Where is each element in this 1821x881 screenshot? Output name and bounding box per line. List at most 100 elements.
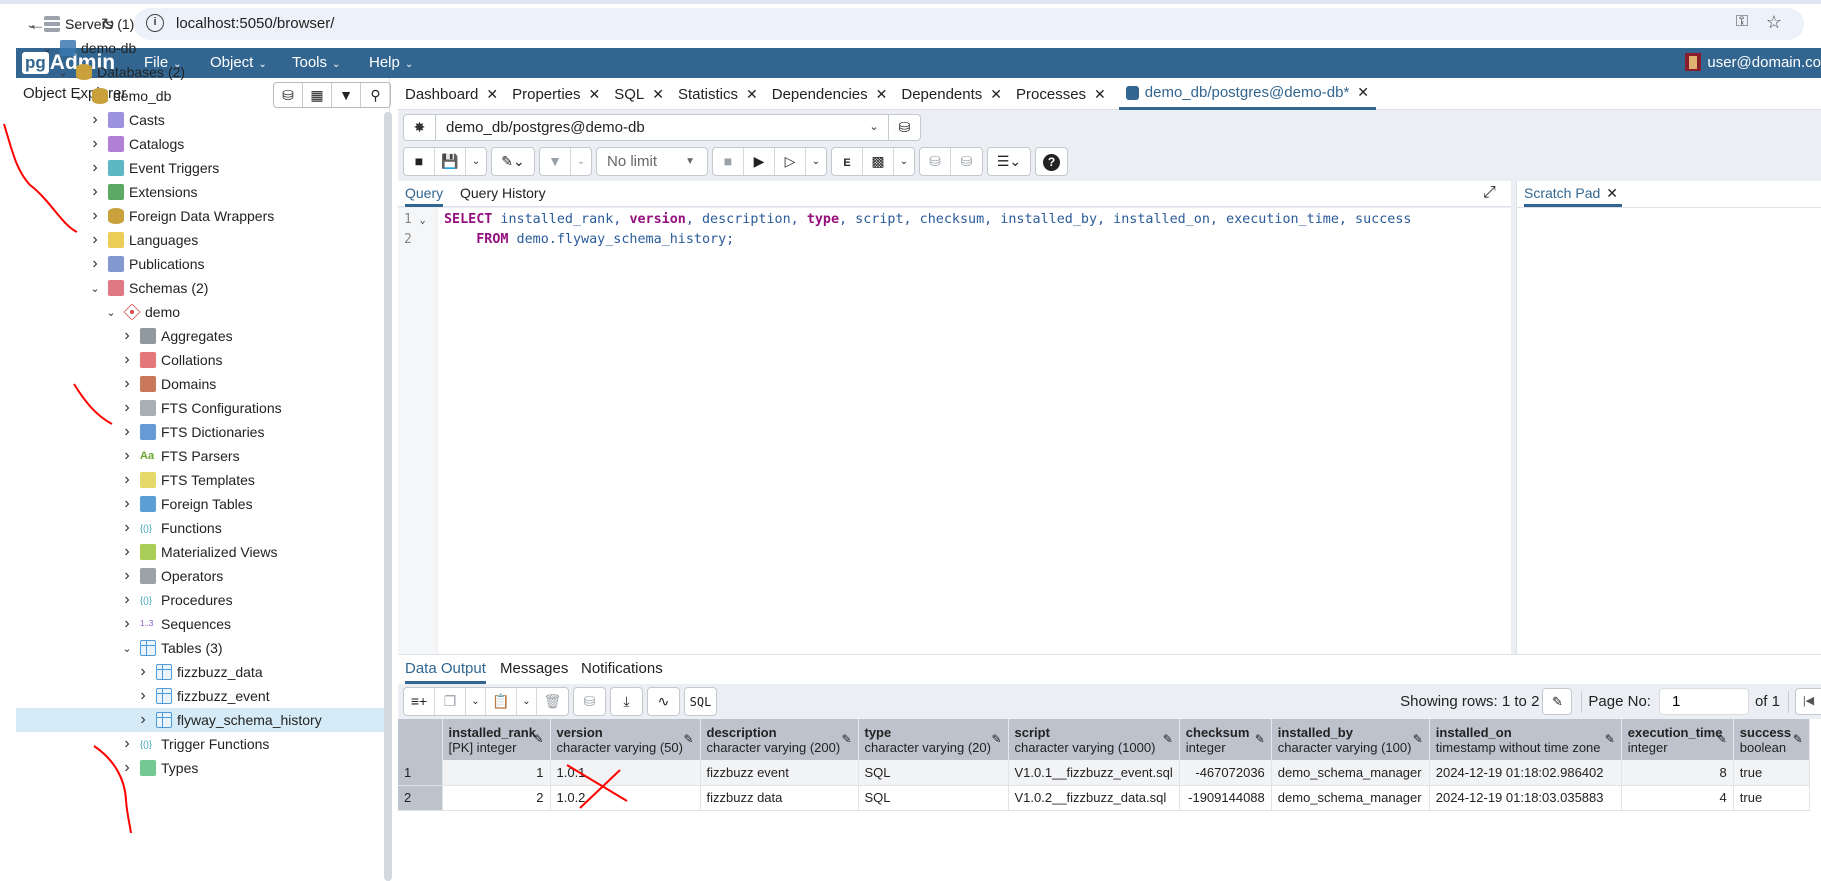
code-line-2[interactable]: FROM demo.flyway_schema_history; (444, 232, 734, 247)
column-header[interactable]: installed_on timestamp without time zone ✎ (1429, 719, 1622, 760)
table-cell[interactable]: SQL (858, 785, 1009, 811)
tree-item[interactable]: › {()} Trigger Functions (16, 732, 384, 756)
tree-item[interactable]: › FTS Dictionaries (16, 420, 384, 444)
table-cell[interactable]: true (1733, 760, 1810, 786)
chevron-right-icon[interactable]: › (88, 111, 102, 129)
chevron-right-icon[interactable]: › (88, 255, 102, 273)
add-row-button[interactable]: ≡+ (404, 688, 435, 715)
chevron-right-icon[interactable]: › (120, 327, 134, 345)
tree-item[interactable]: › Foreign Data Wrappers (16, 204, 384, 228)
address-bar[interactable]: i localhost:5050/browser/ ⚿ ☆ (134, 8, 1804, 40)
close-icon[interactable]: ✕ (1606, 185, 1618, 201)
expand-icon[interactable]: ⤢ (1483, 184, 1496, 202)
password-key-icon[interactable]: ⚿ (1736, 13, 1748, 31)
table-cell[interactable]: 8 (1621, 760, 1734, 786)
chevron-down-icon[interactable]: ⌄ (24, 18, 38, 31)
pencil-icon[interactable]: ✎ (1413, 732, 1423, 746)
tree-item[interactable]: ⌄ Databases (2) (16, 60, 384, 84)
chevron-down-icon[interactable]: ⌄ (120, 642, 134, 655)
tab-messages[interactable]: Messages (500, 655, 568, 684)
chevron-right-icon[interactable]: › (136, 711, 150, 729)
table-cell[interactable]: true (1733, 785, 1810, 811)
tab-query-history[interactable]: Query History (460, 181, 546, 207)
chevron-right-icon[interactable]: › (120, 567, 134, 585)
execute-script-button[interactable]: ▷ (775, 148, 806, 175)
tab-dependencies[interactable]: Dependencies ✕ (765, 78, 895, 110)
tree-item[interactable]: ⌄ demo_db (16, 84, 384, 108)
close-icon[interactable]: ✕ (746, 86, 758, 103)
tab-query[interactable]: Query (405, 181, 444, 207)
close-icon[interactable]: ✕ (486, 86, 498, 103)
row-limit-select[interactable]: No limit ▼ (597, 148, 707, 175)
table-cell[interactable]: 2024-12-19 01:18:02.986402 (1429, 760, 1622, 786)
macros-button[interactable]: ☰⌄ (988, 148, 1030, 175)
copy-button[interactable]: ❐ (435, 688, 466, 715)
chevron-right-icon[interactable]: › (120, 399, 134, 417)
connection-selector[interactable]: ✸ demo_db/postgres@demo-db ⌄ ⛁ (403, 114, 921, 141)
paste-options-button[interactable]: ⌄ (517, 688, 537, 715)
edit-button[interactable]: ✎⌄ (492, 148, 534, 175)
row-number[interactable]: 1 (398, 760, 443, 786)
chevron-right-icon[interactable]: › (120, 735, 134, 753)
chevron-down-icon[interactable]: ⌄ (860, 115, 888, 140)
table-cell[interactable]: 1.0.1 (550, 760, 701, 786)
graph-visualiser-button[interactable]: ∿ (648, 688, 679, 715)
table-cell[interactable]: demo_schema_manager (1271, 760, 1430, 786)
execute-button[interactable]: ▶ (744, 148, 775, 175)
filter-options-button[interactable]: ⌄ (571, 148, 591, 175)
save-data-button[interactable]: ⛁ (574, 688, 605, 715)
chevron-right-icon[interactable]: › (88, 159, 102, 177)
stop-button[interactable]: ■ (713, 148, 744, 175)
tab-statistics[interactable]: Statistics ✕ (671, 78, 765, 110)
tab-processes[interactable]: Processes ✕ (1009, 78, 1113, 110)
edit-row-limit-button[interactable]: ✎ (1542, 688, 1573, 715)
tree-item[interactable]: › Catalogs (16, 132, 384, 156)
chevron-down-icon[interactable]: ⌄ (40, 42, 54, 55)
user-menu[interactable]: user@domain.co (1685, 53, 1821, 71)
tree-item[interactable]: › Operators (16, 564, 384, 588)
first-page-button[interactable]: |◀ (1795, 688, 1821, 715)
chevron-right-icon[interactable]: › (136, 663, 150, 681)
column-header[interactable]: version character varying (50) ✎ (550, 719, 701, 760)
copy-options-button[interactable]: ⌄ (466, 688, 486, 715)
chevron-right-icon[interactable]: › (88, 231, 102, 249)
table-row[interactable]: 2 2 1.0.2 fizzbuzz data SQL V1.0.2__fizzbuzz_… (398, 785, 1810, 811)
chevron-right-icon[interactable]: › (88, 207, 102, 225)
table-cell[interactable]: V1.0.2__fizzbuzz_data.sql (1008, 785, 1180, 811)
page-no-input[interactable] (1658, 688, 1749, 715)
table-cell[interactable]: 4 (1621, 785, 1734, 811)
tree-item[interactable]: › FTS Templates (16, 468, 384, 492)
chevron-right-icon[interactable]: › (120, 423, 134, 441)
table-cell[interactable]: -1909144088 (1179, 785, 1272, 811)
column-header[interactable]: script character varying (1000) ✎ (1008, 719, 1180, 760)
filter-button[interactable]: ▼ (540, 148, 571, 175)
save-options-button[interactable]: ⌄ (466, 148, 486, 175)
table-cell[interactable]: V1.0.1__fizzbuzz_event.sql (1008, 760, 1180, 786)
tree-item[interactable]: › Foreign Tables (16, 492, 384, 516)
column-header[interactable]: installed_rank [PK] integer ✎ (442, 719, 551, 760)
tree-item[interactable]: › fizzbuzz_data (16, 660, 384, 684)
pencil-icon[interactable]: ✎ (533, 732, 543, 746)
chevron-right-icon[interactable]: › (88, 135, 102, 153)
table-cell[interactable]: fizzbuzz event (700, 760, 859, 786)
table-cell[interactable]: demo_schema_manager (1271, 785, 1430, 811)
tree-item[interactable]: › {()} Functions (16, 516, 384, 540)
table-cell[interactable]: 1.0.2 (550, 785, 701, 811)
tab-dependents[interactable]: Dependents ✕ (894, 78, 1009, 110)
explain-analyze-button[interactable]: ▩ (863, 148, 894, 175)
tab-query-tool[interactable]: demo_db/postgres@demo-db* ✕ (1118, 78, 1377, 110)
chevron-right-icon[interactable]: › (120, 759, 134, 777)
explain-button[interactable]: E (832, 148, 863, 175)
tree-item[interactable]: ⌄ Tables (3) (16, 636, 384, 660)
code-line-1[interactable]: SELECT installed_rank, version, descript… (444, 212, 1411, 227)
close-icon[interactable]: ✕ (1094, 86, 1106, 103)
pencil-icon[interactable]: ✎ (841, 732, 851, 746)
new-connection-icon[interactable]: ⛁ (888, 115, 920, 140)
help-button[interactable]: ? (1036, 148, 1067, 175)
pencil-icon[interactable]: ✎ (1255, 732, 1265, 746)
chevron-right-icon[interactable]: › (120, 543, 134, 561)
paste-button[interactable]: 📋 (486, 688, 517, 715)
tree-item[interactable]: › Collations (16, 348, 384, 372)
pencil-icon[interactable]: ✎ (991, 732, 1001, 746)
chevron-right-icon[interactable]: › (88, 183, 102, 201)
